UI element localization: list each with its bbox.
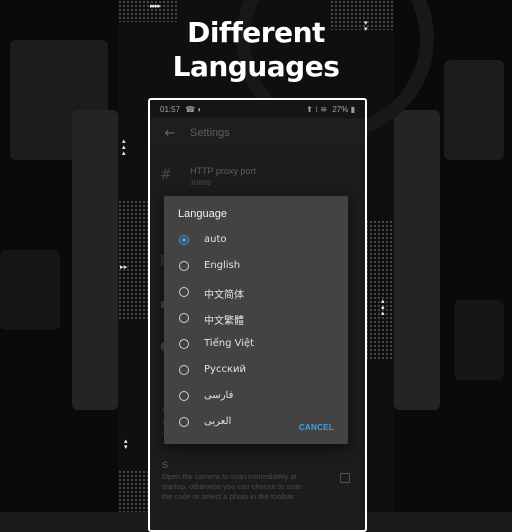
option-label: 中文繁體 — [204, 316, 244, 327]
radio-selected-icon[interactable] — [179, 235, 189, 245]
option-label: Русский — [204, 364, 246, 375]
blurred-card — [0, 250, 60, 330]
headline: Different Languages — [118, 16, 394, 84]
language-option-vietnamese[interactable]: Tiếng Việt — [164, 332, 348, 358]
headline-line-2: Languages — [172, 50, 340, 83]
arrow-decoration-icon: ▸▸▸▸ — [150, 2, 161, 10]
language-dialog: Language auto English 中文简体 中文繁體 Tiếng Vi… — [164, 196, 348, 444]
arrow-decoration-icon: ▸ ▸ — [120, 263, 127, 271]
option-label: English — [204, 260, 241, 271]
language-option-persian[interactable]: فارسی — [164, 384, 348, 410]
radio-unselected-icon[interactable] — [179, 339, 189, 349]
option-label: العربی — [204, 416, 232, 427]
blurred-card — [444, 60, 504, 160]
arrow-decoration-icon: ▴ ▴ ▴ — [381, 297, 384, 317]
language-option-russian[interactable]: Русский — [164, 358, 348, 384]
arrow-decoration-icon: ▴ ▴ ▴ — [122, 137, 125, 157]
dot-pattern — [118, 470, 148, 512]
language-option-chinese-traditional[interactable]: 中文繁體 — [164, 306, 348, 332]
dot-pattern — [365, 220, 394, 360]
headline-line-1: Different — [187, 16, 325, 49]
radio-unselected-icon[interactable] — [179, 391, 189, 401]
blurred-card — [454, 300, 504, 380]
radio-unselected-icon[interactable] — [179, 261, 189, 271]
option-label: 中文简体 — [204, 290, 244, 301]
radio-unselected-icon[interactable] — [179, 313, 189, 323]
radio-unselected-icon[interactable] — [179, 287, 189, 297]
arrow-decoration-icon: ▴ ▾ — [124, 437, 127, 451]
radio-unselected-icon[interactable] — [179, 365, 189, 375]
left-background-panel — [0, 0, 118, 512]
option-label: auto — [204, 234, 227, 245]
language-option-chinese-simplified[interactable]: 中文简体 — [164, 280, 348, 306]
phone-screen: 01:57 ☎ ◐ ⬆ ⁞ ≋ 27% ▮ ← Settings # HTTP … — [148, 98, 367, 532]
dialog-title: Language — [178, 208, 227, 220]
language-option-english[interactable]: English — [164, 254, 348, 280]
option-label: Tiếng Việt — [204, 338, 255, 349]
option-label: فارسی — [204, 390, 234, 401]
language-option-auto[interactable]: auto — [164, 228, 348, 254]
blurred-card — [72, 110, 118, 410]
blurred-card — [394, 110, 440, 410]
cancel-button[interactable]: CANCEL — [299, 423, 334, 432]
radio-unselected-icon[interactable] — [179, 417, 189, 427]
dot-pattern — [118, 200, 148, 320]
